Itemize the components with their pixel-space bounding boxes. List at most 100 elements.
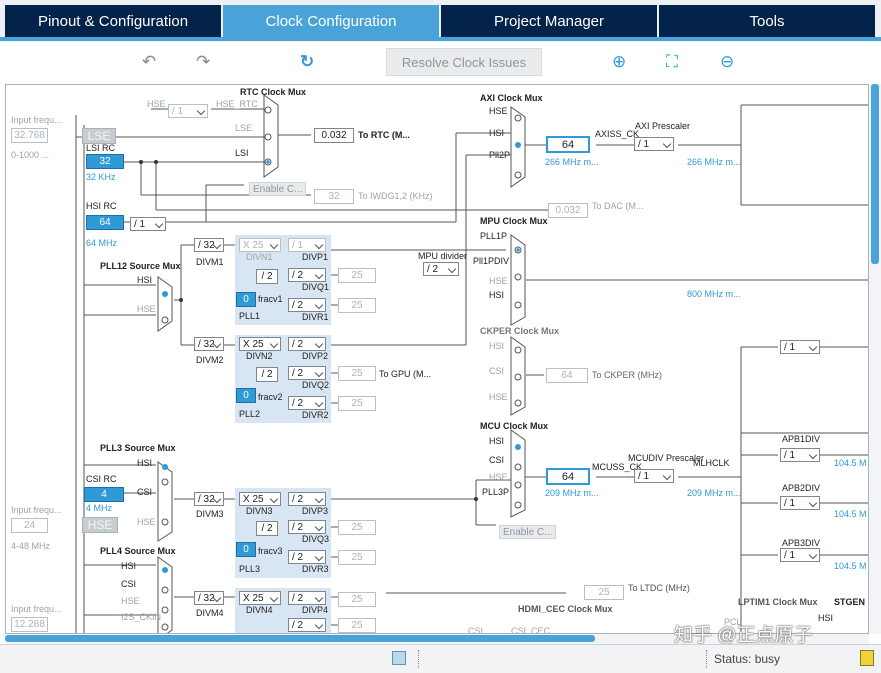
pll3-mux-title: PLL3 Source Mux	[100, 443, 176, 453]
mcu-pll3p-label: PLL3P	[482, 487, 510, 497]
vertical-scrollbar[interactable]	[869, 84, 881, 634]
fit-screen-icon[interactable]: ⛶	[666, 52, 678, 72]
divq1-select[interactable]: / 2	[288, 268, 326, 282]
divq2-select[interactable]: / 2	[288, 366, 326, 380]
lse-range: 0-1000 ...	[11, 150, 50, 160]
i2s-input-freq-label: Input frequ...	[11, 604, 62, 614]
axi-mux-title: AXI Clock Mux	[480, 93, 543, 103]
mcu-mux-output[interactable]: 64	[546, 468, 590, 485]
divm1-label: DIVM1	[196, 257, 224, 267]
hse-input-freq[interactable]: 24	[11, 518, 48, 533]
divr2-output: 25	[338, 396, 376, 411]
lsi-rc-label: LSI RC	[86, 143, 116, 153]
redo-icon[interactable]: ↷	[196, 52, 210, 72]
apb1-div-select[interactable]: / 1	[780, 448, 820, 462]
divq4-select[interactable]: / 2	[288, 618, 326, 632]
refresh-icon[interactable]: ↻	[300, 52, 314, 72]
hsi-freq: 64 MHz	[86, 238, 118, 248]
apb2-div-select[interactable]: / 1	[780, 496, 820, 510]
fracv1-value[interactable]: 0	[236, 292, 256, 307]
mcudiv-prescaler-select[interactable]: / 1	[634, 469, 674, 483]
ckper-hse-label: HSE	[489, 392, 508, 402]
divp3-select[interactable]: / 2	[288, 492, 326, 506]
lptim-hsi-label: HSI	[818, 613, 834, 623]
hse-input-freq-label: Input frequ...	[11, 505, 62, 515]
tab-tools[interactable]: Tools	[659, 5, 875, 37]
ckper-output-value: 64	[546, 368, 588, 383]
fracv3-value[interactable]: 0	[236, 542, 256, 557]
rtc-hse-div-select[interactable]: / 1	[168, 104, 208, 118]
tab-pinout[interactable]: Pinout & Configuration	[5, 5, 221, 37]
notification-icon[interactable]	[860, 650, 874, 666]
ckper-hsi-label: HSI	[489, 341, 505, 351]
divn2-select[interactable]: X 25	[239, 337, 281, 351]
mcu-hse-label: HSE	[489, 472, 508, 482]
pll3-hse-label: HSE	[137, 517, 156, 527]
divm2-select[interactable]: / 32	[194, 337, 224, 351]
divq3-select[interactable]: / 2	[288, 520, 326, 534]
tab-project-manager[interactable]: Project Manager	[441, 5, 657, 37]
axi-hse-label: HSE	[489, 106, 508, 116]
tab-clock-configuration[interactable]: Clock Configuration	[223, 5, 439, 37]
divp1-select[interactable]: / 1	[288, 238, 326, 252]
resolve-clock-issues-button[interactable]: Resolve Clock Issues	[386, 48, 542, 76]
axi-mux-freq: 266 MHz m...	[545, 157, 599, 167]
divn4-select[interactable]: X 25	[239, 591, 281, 605]
lsi-freq: 32 KHz	[86, 172, 116, 182]
undo-icon[interactable]: ↶	[142, 52, 156, 72]
csi-freq: 4 MHz	[86, 503, 113, 513]
hdmi-csi-label: CSI	[468, 626, 484, 634]
tab-underline	[0, 37, 881, 41]
lse-input-freq[interactable]: 32.768	[11, 128, 48, 143]
stgen-label: STGEN	[834, 597, 866, 607]
clock-tree-canvas[interactable]: Input frequ... 32.768 0-1000 ... LSE LSI…	[5, 84, 869, 634]
apb-top-div-select[interactable]: / 1	[780, 340, 820, 354]
divm3-select[interactable]: / 32	[194, 492, 224, 506]
dac-output-label: To DAC (M...	[592, 201, 644, 211]
divm4-select[interactable]: / 32	[194, 591, 224, 605]
csi-cec-label: CSI_CEC	[511, 626, 551, 634]
axi-prescaler-select[interactable]: / 1	[634, 137, 674, 151]
ckper-output-label: To CKPER (MHz)	[592, 370, 663, 380]
divr2-select[interactable]: / 2	[288, 396, 326, 410]
horizontal-scroll-thumb[interactable]	[5, 635, 595, 642]
i2s-input-freq[interactable]: 12.288	[11, 617, 48, 632]
mpu-divider-select[interactable]: / 2	[423, 262, 459, 276]
divp4-label: DIVP4	[302, 605, 329, 615]
zoom-out-icon[interactable]: ⊖	[720, 52, 734, 72]
divr3-select[interactable]: / 2	[288, 550, 326, 564]
divr1-select[interactable]: / 2	[288, 298, 326, 312]
divn4-label: DIVN4	[246, 605, 273, 615]
lptim1-mux-title: LPTIM1 Clock Mux	[738, 597, 818, 607]
fracv3-label: fracv3	[258, 546, 283, 556]
hsi-div-select[interactable]: / 1	[130, 217, 166, 231]
divn3-select[interactable]: X 25	[239, 492, 281, 506]
fracv2-value[interactable]: 0	[236, 388, 256, 403]
axi-mux-output[interactable]: 64	[546, 136, 590, 153]
status-separator	[418, 650, 420, 668]
axiss-ck-label: AXISS_CK	[595, 129, 640, 139]
hse-block[interactable]: HSE	[82, 517, 118, 533]
rtc-enable-css-button[interactable]: Enable C...	[249, 182, 307, 196]
mpu-hsi-label: HSI	[489, 290, 505, 300]
ckper-mux-title: CKPER Clock Mux	[480, 326, 560, 336]
mpu-mux-title: MPU Clock Mux	[480, 216, 548, 226]
axi-output-freq: 266 MHz m...	[687, 157, 741, 167]
divn1-label: DIVN1	[246, 252, 273, 262]
divn1-select[interactable]: X 25	[239, 238, 281, 252]
mcu-enable-css-button[interactable]: Enable C...	[499, 525, 557, 539]
apb3-div-select[interactable]: / 1	[780, 548, 820, 562]
csi-rc-label: CSI RC	[86, 474, 117, 484]
console-icon[interactable]	[392, 651, 406, 665]
lse-block[interactable]: LSE	[82, 128, 116, 144]
divp3-label: DIVP3	[302, 506, 329, 516]
divp4-select[interactable]: / 2	[288, 591, 326, 605]
divp1-label: DIVP1	[302, 252, 329, 262]
vertical-scroll-thumb[interactable]	[871, 84, 879, 264]
rtc-hse-label: HSE	[147, 99, 166, 109]
divp2-label: DIVP2	[302, 351, 329, 361]
divm1-select[interactable]: / 32	[194, 238, 224, 252]
divp2-select[interactable]: / 2	[288, 337, 326, 351]
zoom-in-icon[interactable]: ⊕	[612, 52, 626, 72]
divq4-output: 25	[338, 618, 376, 633]
